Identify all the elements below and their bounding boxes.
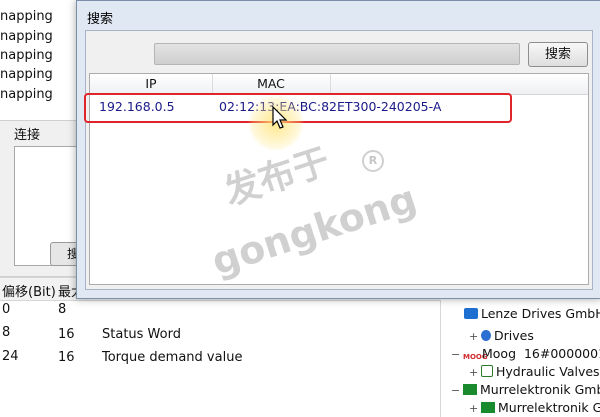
- moog-icon: MOOG: [463, 352, 488, 363]
- device-list-header: IP MAC: [90, 74, 588, 95]
- mouse-cursor-icon: [272, 106, 288, 129]
- murrelektronik-icon: [481, 402, 495, 413]
- collapse-icon[interactable]: −: [451, 348, 460, 361]
- row-offset: 24: [2, 349, 19, 364]
- row-offset: 8: [2, 325, 11, 340]
- device-row[interactable]: 192.168.0.5 02:12:13:EA:BC:82 ET300-2402…: [90, 96, 588, 118]
- search-progress-field: [154, 43, 520, 65]
- column-ip[interactable]: IP: [90, 74, 213, 94]
- mapping-row: napping: [0, 87, 53, 102]
- search-dialog: 搜索 搜索 IP MAC 192.168.0.5 02:12:13:EA:BC:…: [76, 0, 600, 299]
- column-mac[interactable]: MAC: [212, 74, 331, 94]
- row-name: Status Word: [102, 327, 181, 342]
- expand-icon[interactable]: +: [469, 402, 478, 415]
- mapping-row: napping: [0, 67, 53, 82]
- collapse-icon[interactable]: −: [451, 384, 460, 397]
- search-button[interactable]: 搜索: [528, 42, 588, 67]
- device-list[interactable]: IP MAC 192.168.0.5 02:12:13:EA:BC:82 ET3…: [89, 73, 589, 285]
- tree-item-drives[interactable]: + Drives: [469, 328, 534, 343]
- row-max: 16: [58, 350, 75, 365]
- tree-item-moog[interactable]: − MOOGMoog 16#0000001: [451, 346, 600, 363]
- dialog-body: 搜索 IP MAC 192.168.0.5 02:12:13:EA:BC:82 …: [85, 30, 593, 290]
- mapping-row: napping: [0, 29, 53, 44]
- row-max: 16: [58, 327, 75, 342]
- row-name: Torque demand value: [102, 350, 243, 365]
- expand-icon[interactable]: +: [469, 366, 478, 379]
- expand-icon[interactable]: +: [469, 330, 478, 343]
- registered-mark-icon: R: [362, 150, 384, 172]
- mapping-row: napping: [0, 48, 53, 63]
- row-offset: 0: [2, 302, 11, 317]
- tree-item-murrelektronik-sub[interactable]: + Murrelektronik G: [469, 400, 600, 415]
- tree-item-lenze[interactable]: Lenze Drives GmbH: [461, 306, 600, 321]
- lenze-icon: [464, 308, 478, 319]
- connect-label: 连接: [14, 128, 41, 143]
- device-ip: 192.168.0.5: [99, 99, 175, 114]
- column-offset: 偏移(Bit): [2, 285, 56, 300]
- dialog-title: 搜索: [87, 12, 114, 27]
- murrelektronik-icon: [463, 384, 477, 395]
- drive-icon: [481, 330, 491, 341]
- row-max: 8: [58, 302, 67, 317]
- mapping-row: napping: [0, 9, 53, 24]
- valve-icon: [481, 365, 493, 377]
- device-name: ET300-240205-A: [337, 99, 442, 114]
- tree-item-hydraulic[interactable]: + Hydraulic Valves: [469, 364, 600, 379]
- column-name[interactable]: [330, 74, 588, 94]
- device-catalog-tree: Lenze Drives GmbH + Drives − MOOGMoog 16#0…: [440, 300, 600, 417]
- tree-item-murrelektronik[interactable]: −Murrelektronik GmbH: [451, 382, 600, 397]
